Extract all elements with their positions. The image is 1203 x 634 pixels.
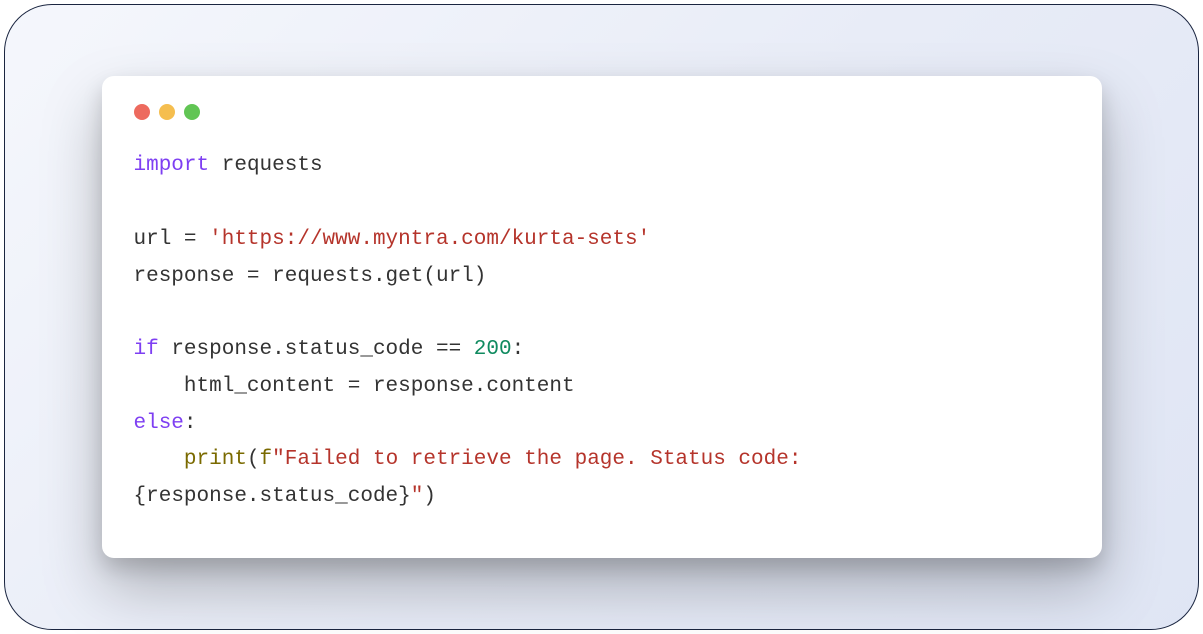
- space: [461, 338, 474, 361]
- cond-left: response.status_code: [159, 338, 436, 361]
- op-eq: =: [171, 228, 209, 251]
- outer-frame: import requests url = 'https://www.myntr…: [4, 4, 1199, 630]
- call-requests-get: requests.get(url): [272, 265, 486, 288]
- var-response: response: [134, 265, 235, 288]
- fstring-expr: response.status_code: [146, 485, 398, 508]
- assign-html-content: html_content = response.content: [184, 375, 575, 398]
- keyword-if: if: [134, 338, 159, 361]
- keyword-import: import: [134, 154, 210, 177]
- colon-else: :: [184, 412, 197, 435]
- op-eq2: =: [234, 265, 272, 288]
- number-200: 200: [474, 338, 512, 361]
- code-block: import requests url = 'https://www.myntr…: [134, 148, 1070, 516]
- brace-close: }: [398, 485, 411, 508]
- minimize-icon[interactable]: [159, 104, 175, 120]
- window-controls: [134, 104, 1070, 120]
- paren-open: (: [247, 448, 260, 471]
- code-window: import requests url = 'https://www.myntr…: [102, 76, 1102, 558]
- keyword-else: else: [134, 412, 184, 435]
- maximize-icon[interactable]: [184, 104, 200, 120]
- indent: [134, 375, 184, 398]
- var-url: url: [134, 228, 172, 251]
- fstring-text: "Failed to retrieve the page. Status cod…: [272, 448, 814, 471]
- indent2: [134, 448, 184, 471]
- builtin-print: print: [184, 448, 247, 471]
- op-eqeq: ==: [436, 338, 461, 361]
- brace-open: {: [134, 485, 147, 508]
- string-url: 'https://www.myntra.com/kurta-sets': [209, 228, 650, 251]
- paren-close: ): [423, 485, 436, 508]
- close-icon[interactable]: [134, 104, 150, 120]
- fstring-end: ": [411, 485, 424, 508]
- fstring-prefix: f: [260, 448, 273, 471]
- module-name: requests: [222, 154, 323, 177]
- colon-if: :: [512, 338, 525, 361]
